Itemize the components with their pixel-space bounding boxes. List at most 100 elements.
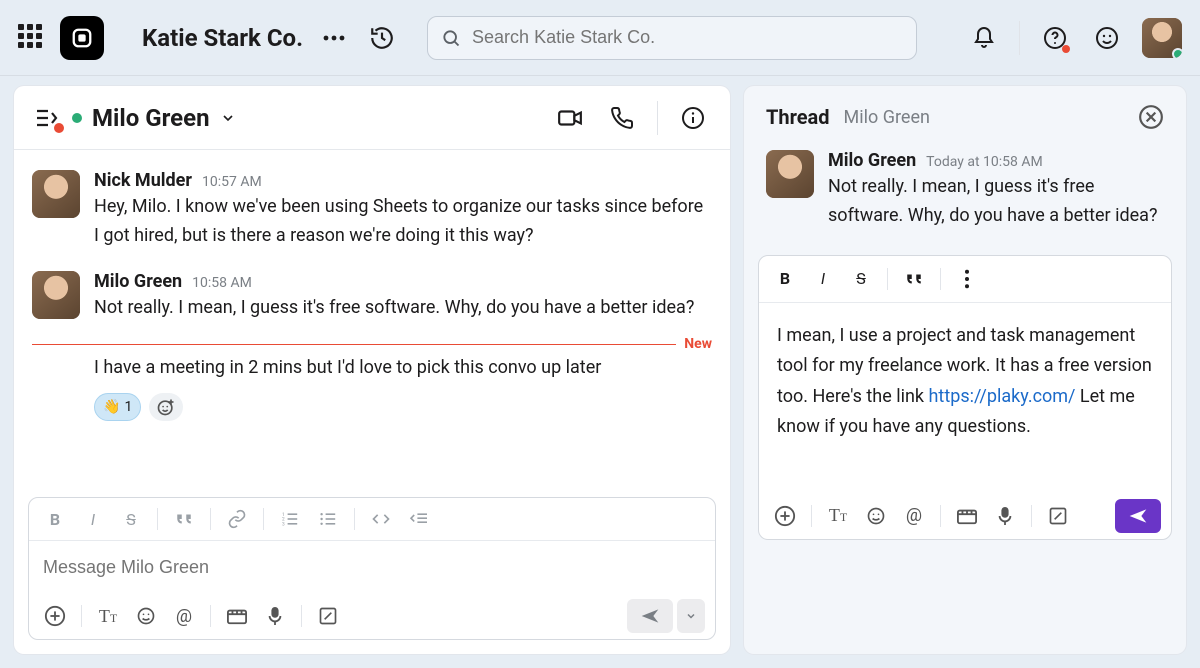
message: Milo Green 10:58 AM Not really. I mean, … xyxy=(32,261,712,333)
channel-info-button[interactable] xyxy=(676,101,710,135)
format-toolbar: B I S 123 xyxy=(29,498,715,541)
channel-list-toggle[interactable] xyxy=(34,107,58,129)
emoji-icon[interactable] xyxy=(1090,21,1124,55)
quote-button[interactable] xyxy=(898,264,930,294)
reaction-chip[interactable]: 👋 1 xyxy=(94,393,141,421)
history-icon[interactable] xyxy=(365,21,399,55)
message-time: 10:57 AM xyxy=(202,174,262,190)
quote-button[interactable] xyxy=(168,504,200,534)
audio-call-button[interactable] xyxy=(605,101,639,135)
apps-grid-icon[interactable] xyxy=(18,24,46,52)
send-options-button[interactable] xyxy=(677,599,705,633)
new-messages-divider: New xyxy=(32,336,712,352)
mic-button[interactable] xyxy=(989,501,1021,531)
shortcut-button[interactable] xyxy=(1042,501,1074,531)
text-format-button[interactable]: TT xyxy=(92,601,124,631)
chat-panel: Milo Green Nick xyxy=(14,86,730,654)
thread-composer-input[interactable]: I mean, I use a project and task managem… xyxy=(759,303,1171,493)
mention-button[interactable]: @ xyxy=(898,501,930,531)
topbar: Katie Stark Co. xyxy=(0,0,1200,76)
bold-button[interactable]: B xyxy=(39,504,71,534)
main: Milo Green Nick xyxy=(0,76,1200,668)
org-name[interactable]: Katie Stark Co. xyxy=(142,24,303,52)
message-text: Not really. I mean, I guess it's free so… xyxy=(828,173,1164,231)
send-reply-button[interactable] xyxy=(1115,499,1161,533)
draft-link[interactable]: https://plaky.com/ xyxy=(929,386,1076,407)
send-button[interactable] xyxy=(627,599,673,633)
org-menu-button[interactable] xyxy=(317,21,351,55)
chat-title-button[interactable]: Milo Green xyxy=(72,104,236,132)
thread-subtitle[interactable]: Milo Green xyxy=(844,107,930,128)
search-wrap xyxy=(427,16,917,60)
thread-header: Thread Milo Green xyxy=(744,86,1186,140)
strike-button[interactable]: S xyxy=(845,264,877,294)
app-logo[interactable] xyxy=(60,16,104,60)
mic-button[interactable] xyxy=(259,601,291,631)
bullet-list-button[interactable] xyxy=(312,504,344,534)
avatar[interactable] xyxy=(32,271,80,319)
shortcut-button[interactable] xyxy=(312,601,344,631)
message-time: 10:58 AM xyxy=(192,275,252,291)
mention-button[interactable]: @ xyxy=(168,601,200,631)
composer-input[interactable] xyxy=(29,541,715,593)
user-avatar[interactable] xyxy=(1142,18,1182,58)
composer-actions: TT @ xyxy=(29,593,715,639)
video-clip-button[interactable] xyxy=(951,501,983,531)
code-button[interactable] xyxy=(365,504,397,534)
svg-text:3: 3 xyxy=(282,521,285,527)
bold-button[interactable]: B xyxy=(769,264,801,294)
video-clip-button[interactable] xyxy=(221,601,253,631)
message-author[interactable]: Milo Green xyxy=(94,271,182,292)
message-author[interactable]: Milo Green xyxy=(828,150,916,171)
message-author[interactable]: Nick Mulder xyxy=(94,170,192,191)
divider xyxy=(1019,21,1020,55)
reactions-row: 👋 1 xyxy=(32,393,712,421)
message-text: Hey, Milo. I know we've been using Sheet… xyxy=(94,193,712,251)
close-thread-button[interactable] xyxy=(1138,104,1164,130)
ordered-list-button[interactable]: 123 xyxy=(274,504,306,534)
message-time: Today at 10:58 AM xyxy=(926,154,1043,170)
link-button[interactable] xyxy=(221,504,253,534)
chevron-down-icon xyxy=(220,110,236,126)
more-format-button[interactable] xyxy=(951,264,983,294)
text-format-button[interactable]: TT xyxy=(822,501,854,531)
chat-actions xyxy=(553,101,710,135)
help-icon[interactable] xyxy=(1038,21,1072,55)
chat-title-text: Milo Green xyxy=(92,104,210,132)
emoji-button[interactable] xyxy=(130,601,162,631)
message-composer: B I S 123 xyxy=(28,497,716,640)
italic-button[interactable]: I xyxy=(807,264,839,294)
wave-emoji: 👋 xyxy=(103,399,120,415)
chat-header: Milo Green xyxy=(14,86,730,150)
avatar[interactable] xyxy=(32,170,80,218)
unread-dot xyxy=(54,123,64,133)
messages-list: Nick Mulder 10:57 AM Hey, Milo. I know w… xyxy=(14,150,730,483)
notification-dot xyxy=(1062,45,1070,53)
reaction-count: 1 xyxy=(124,399,132,415)
new-label: New xyxy=(676,336,712,352)
strike-button[interactable]: S xyxy=(115,504,147,534)
message-text: I have a meeting in 2 mins but I'd love … xyxy=(32,354,712,383)
thread-composer-actions: TT @ xyxy=(759,493,1171,539)
presence-dot xyxy=(1172,48,1182,58)
thread-composer: B I S I mean, I use a project and task m… xyxy=(758,255,1172,540)
thread-parent-message: Milo Green Today at 10:58 AM Not really.… xyxy=(744,140,1186,241)
video-call-button[interactable] xyxy=(553,101,587,135)
topbar-right xyxy=(967,18,1182,58)
message-text: Not really. I mean, I guess it's free so… xyxy=(94,294,712,323)
avatar[interactable] xyxy=(766,150,814,198)
presence-dot xyxy=(72,113,82,123)
search-input[interactable] xyxy=(427,16,917,60)
message: Nick Mulder 10:57 AM Hey, Milo. I know w… xyxy=(32,160,712,261)
divider xyxy=(657,101,658,135)
emoji-button[interactable] xyxy=(860,501,892,531)
search-icon xyxy=(441,28,461,48)
thread-panel: Thread Milo Green Milo Green Today at 10… xyxy=(744,86,1186,654)
attach-button[interactable] xyxy=(769,501,801,531)
codeblock-button[interactable] xyxy=(403,504,435,534)
notifications-icon[interactable] xyxy=(967,21,1001,55)
add-reaction-button[interactable] xyxy=(149,393,183,421)
attach-button[interactable] xyxy=(39,601,71,631)
thread-format-toolbar: B I S xyxy=(759,256,1171,303)
italic-button[interactable]: I xyxy=(77,504,109,534)
